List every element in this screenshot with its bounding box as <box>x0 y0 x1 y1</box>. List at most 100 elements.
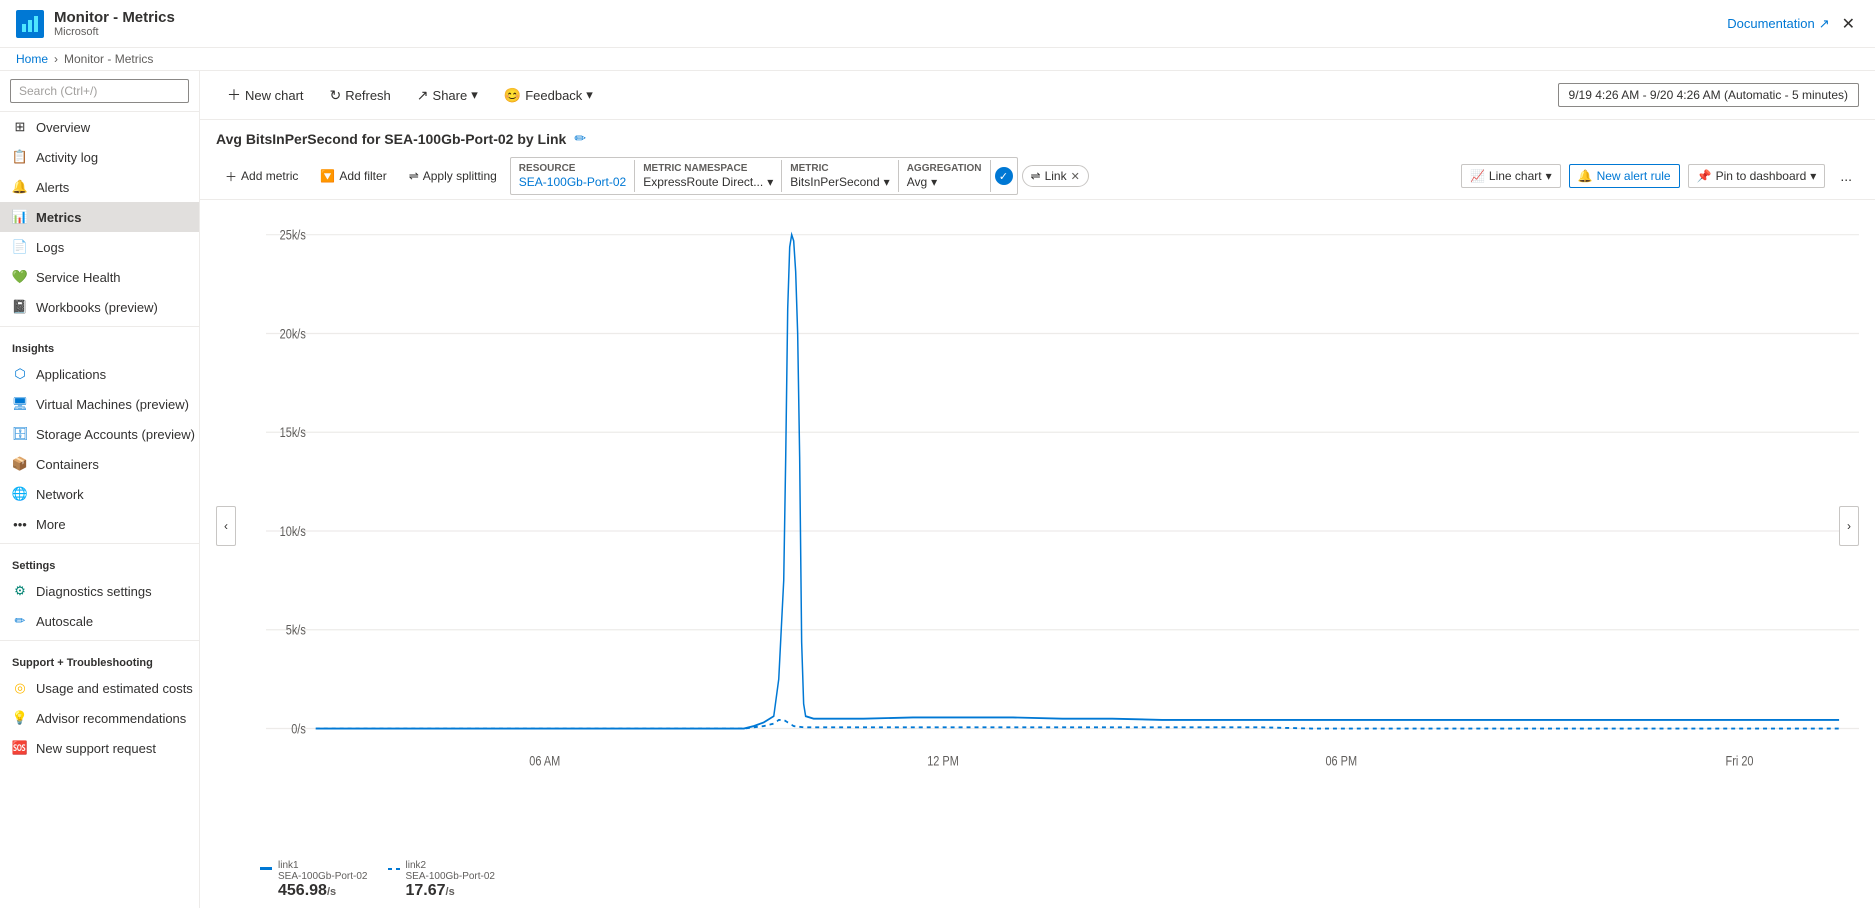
sidebar-item-advisor[interactable]: 💡 Advisor recommendations <box>0 703 199 733</box>
logs-icon: 📄 <box>12 239 28 255</box>
legend-text-link1: link1 SEA-100Gb-Port-02 456.98/s <box>278 860 368 900</box>
chart-type-button[interactable]: 📈 Line chart ▾ <box>1461 164 1561 188</box>
pin-dashboard-button[interactable]: 📌 Pin to dashboard ▾ <box>1688 164 1826 188</box>
support-section-label: Support + Troubleshooting <box>0 645 199 673</box>
sidebar-item-support[interactable]: 🆘 New support request <box>0 733 199 763</box>
more-icon: ••• <box>12 516 28 532</box>
breadcrumb-separator: › <box>54 52 58 66</box>
remove-filter-icon[interactable]: ✕ <box>1071 170 1080 183</box>
vm-icon: 🖥 <box>12 396 28 412</box>
diagnostics-icon: ⚙ <box>12 583 28 599</box>
toolbar-right: 9/19 4:26 AM - 9/20 4:26 AM (Automatic -… <box>1558 83 1859 107</box>
settings-section-label: Settings <box>0 548 199 576</box>
sidebar-divider-2 <box>0 543 199 544</box>
autoscale-icon: ✏ <box>12 613 28 629</box>
legend-value-link1: 456.98/s <box>278 882 368 900</box>
legend-value-link2: 17.67/s <box>406 882 496 900</box>
workbook-icon: 📓 <box>12 299 28 315</box>
app-title: Monitor - Metrics <box>54 9 175 26</box>
sidebar-item-alerts[interactable]: 🔔 Alerts <box>0 172 199 202</box>
content-area: ＋ New chart ↻ Refresh ↗ Share ▾ 😊 Feedba… <box>200 71 1875 908</box>
new-alert-rule-button[interactable]: 🔔 New alert rule <box>1569 164 1680 188</box>
svg-text:25k/s: 25k/s <box>280 228 306 243</box>
metric-chevron: ▾ <box>884 175 890 189</box>
breadcrumb: Home › Monitor - Metrics <box>0 48 1875 71</box>
sidebar-item-logs[interactable]: 📄 Logs <box>0 232 199 262</box>
breadcrumb-current: Monitor - Metrics <box>64 52 153 66</box>
sidebar-item-workbooks[interactable]: 📓 Workbooks (preview) <box>0 292 199 322</box>
metric-pill: RESOURCE SEA-100Gb-Port-02 METRIC NAMESP… <box>510 157 1018 195</box>
advisor-icon: 💡 <box>12 710 28 726</box>
add-metric-icon: ＋ <box>225 168 237 185</box>
svg-text:06 AM: 06 AM <box>529 753 560 768</box>
search-input[interactable] <box>10 79 189 103</box>
app-subtitle: Microsoft <box>54 26 175 38</box>
time-range-button[interactable]: 9/19 4:26 AM - 9/20 4:26 AM (Automatic -… <box>1558 83 1859 107</box>
sidebar-item-storage-accounts[interactable]: 🗄 Storage Accounts (preview) <box>0 419 199 449</box>
alert-icon: 🔔 <box>12 179 28 195</box>
sidebar-item-metrics[interactable]: 📊 Metrics <box>0 202 199 232</box>
pin-chevron: ▾ <box>1810 169 1816 183</box>
aggregation-chevron: ▾ <box>931 175 937 189</box>
sidebar-item-virtual-machines[interactable]: 🖥 Virtual Machines (preview) <box>0 389 199 419</box>
edit-title-icon[interactable]: ✏ <box>574 130 586 147</box>
sidebar-item-network[interactable]: 🌐 Network <box>0 479 199 509</box>
feedback-button[interactable]: 😊 Feedback ▾ <box>493 81 604 110</box>
sidebar-item-overview[interactable]: ⊞ Overview <box>0 112 199 142</box>
chart-toolbar-left: ＋ Add metric 🔽 Add filter ⇌ Apply splitt… <box>216 157 1089 195</box>
legend-text-link2: link2 SEA-100Gb-Port-02 17.67/s <box>406 860 496 900</box>
share-button[interactable]: ↗ Share ▾ <box>406 81 489 110</box>
support-icon: 🆘 <box>12 740 28 756</box>
sidebar-item-autoscale[interactable]: ✏ Autoscale <box>0 606 199 636</box>
svg-text:06 PM: 06 PM <box>1325 753 1357 768</box>
sidebar-item-containers[interactable]: 📦 Containers <box>0 449 199 479</box>
refresh-icon: ↻ <box>330 87 342 104</box>
chart-area: ‹ › 25k/s 20k/s 15k/s 10k/s 5k/s 0/s 06 … <box>200 200 1875 852</box>
sidebar-item-diagnostics[interactable]: ⚙ Diagnostics settings <box>0 576 199 606</box>
svg-text:0/s: 0/s <box>291 721 306 736</box>
aggregation-value[interactable]: Avg ▾ <box>907 175 982 189</box>
link-filter-tag[interactable]: ⇌ Link ✕ <box>1022 165 1089 187</box>
breadcrumb-home[interactable]: Home <box>16 52 48 66</box>
overview-icon: ⊞ <box>12 119 28 135</box>
add-filter-button[interactable]: 🔽 Add filter <box>311 164 395 188</box>
sidebar-item-more[interactable]: ••• More <box>0 509 199 539</box>
top-bar: Monitor - Metrics Microsoft Documentatio… <box>0 0 1875 48</box>
link-icon: ⇌ <box>1031 169 1041 183</box>
chart-header: Avg BitsInPerSecond for SEA-100Gb-Port-0… <box>200 120 1875 153</box>
activity-icon: 📋 <box>12 149 28 165</box>
main-layout: ⊞ Overview 📋 Activity log 🔔 Alerts 📊 Met… <box>0 71 1875 908</box>
sidebar-item-activity-log[interactable]: 📋 Activity log <box>0 142 199 172</box>
chart-nav-left-button[interactable]: ‹ <box>216 506 236 546</box>
chart-nav-right-button[interactable]: › <box>1839 506 1859 546</box>
chart-toolbar-right: 📈 Line chart ▾ 🔔 New alert rule 📌 Pin to… <box>1461 163 1859 189</box>
metric-confirm-button[interactable]: ✓ <box>995 167 1013 185</box>
sidebar-search-container <box>0 71 199 112</box>
resource-value[interactable]: SEA-100Gb-Port-02 <box>519 175 626 189</box>
feedback-icon: 😊 <box>504 87 521 104</box>
storage-icon: 🗄 <box>12 426 28 442</box>
sidebar-item-service-health[interactable]: 💚 Service Health <box>0 262 199 292</box>
app-logo <box>16 10 44 38</box>
svg-text:10k/s: 10k/s <box>280 524 306 539</box>
apply-splitting-button[interactable]: ⇌ Apply splitting <box>400 164 506 188</box>
refresh-button[interactable]: ↻ Refresh <box>319 81 402 110</box>
add-metric-button[interactable]: ＋ Add metric <box>216 163 307 190</box>
legend-color-link1 <box>260 867 272 870</box>
metric-value[interactable]: BitsInPerSecond ▾ <box>790 175 889 189</box>
chart-type-chevron: ▾ <box>1546 169 1552 183</box>
svg-text:12 PM: 12 PM <box>927 753 959 768</box>
new-chart-button[interactable]: ＋ New chart <box>216 79 315 111</box>
legend-item-link1: link1 SEA-100Gb-Port-02 456.98/s <box>260 860 368 900</box>
share-chevron-icon: ▾ <box>471 87 478 103</box>
namespace-value[interactable]: ExpressRoute Direct... ▾ <box>643 175 773 189</box>
top-bar-left: Monitor - Metrics Microsoft <box>16 9 175 38</box>
close-button[interactable]: ✕ <box>1838 10 1859 38</box>
legend-item-link2: link2 SEA-100Gb-Port-02 17.67/s <box>388 860 496 900</box>
sidebar-divider-3 <box>0 640 199 641</box>
sidebar-item-applications[interactable]: ⬡ Applications <box>0 359 199 389</box>
more-options-button[interactable]: ... <box>1833 163 1859 189</box>
sidebar-item-usage-costs[interactable]: ◎ Usage and estimated costs <box>0 673 199 703</box>
chart-title: Avg BitsInPerSecond for SEA-100Gb-Port-0… <box>216 131 566 147</box>
documentation-link[interactable]: Documentation ↗ <box>1727 16 1829 32</box>
